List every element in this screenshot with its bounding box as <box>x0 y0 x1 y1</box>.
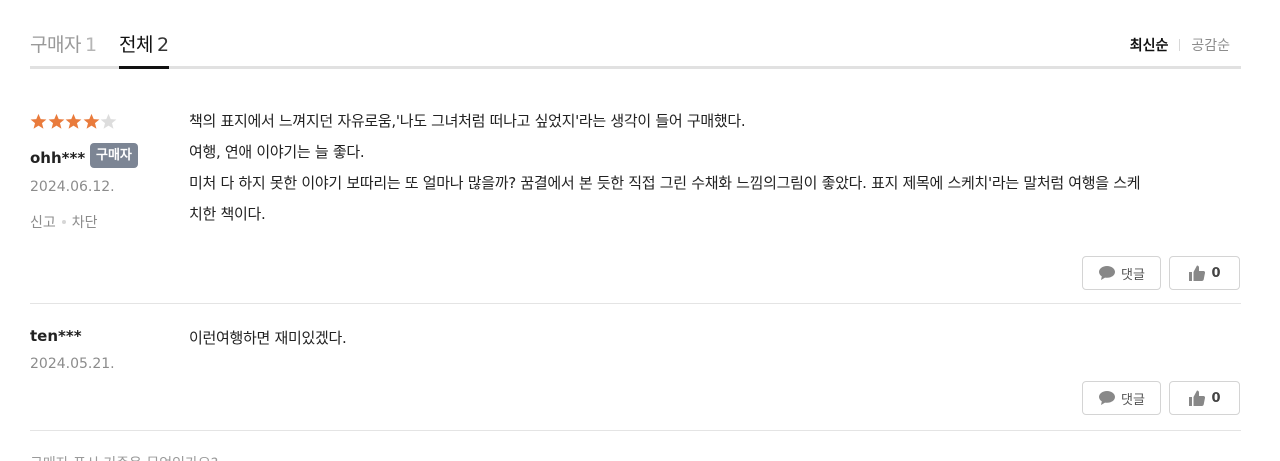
speech-bubble-icon <box>1099 391 1116 405</box>
review-item: ohh*** 구매자 2024.06.12. 신고 차단 책의 표지에서 느껴지… <box>30 69 1241 304</box>
buyer-badge: 구매자 <box>90 143 138 168</box>
sort-likes[interactable]: 공감순 <box>1191 35 1230 55</box>
review-line: 치한 책이다. <box>189 205 266 223</box>
thumbs-up-icon <box>1189 265 1206 281</box>
review-line: 미처 다 하지 못한 이야기 보따리는 또 얼마나 많을까? 꿈결에서 본 듯한… <box>189 174 1141 192</box>
star-icon <box>100 113 117 129</box>
star-icon <box>83 113 99 129</box>
sort-divider <box>1179 39 1181 51</box>
review-line: 여행, 연애 이야기는 늘 좋다. <box>189 143 365 161</box>
action-separator <box>61 220 66 224</box>
comment-label: 댓글 <box>1121 392 1145 408</box>
tab-buyer[interactable]: 구매자 1 <box>30 30 97 57</box>
like-count: 0 <box>1211 390 1221 406</box>
tab-all-label: 전체 <box>119 34 153 56</box>
review-line: 책의 표지에서 느껴지던 자유로움,'나도 그녀처럼 떠나고 싶었지'라는 생각… <box>189 112 746 130</box>
comment-label: 댓글 <box>1121 267 1145 283</box>
sort-latest[interactable]: 최신순 <box>1130 35 1169 55</box>
like-count: 0 <box>1211 265 1221 281</box>
review-tabs: 구매자 1 전체 2 최신순 공감순 <box>30 0 1241 69</box>
reviewer-name: ten*** <box>30 327 82 345</box>
buyer-criteria-link[interactable]: 구매자 표시 기준은 무엇인가요? <box>30 453 218 461</box>
review-content: 이런여행하면 재미있겠다. <box>189 323 1241 354</box>
review-line: 이런여행하면 재미있겠다. <box>189 329 347 347</box>
review-item: ten*** 2024.05.21. 이런여행하면 재미있겠다. 댓글 0 <box>30 304 1241 431</box>
review-date: 2024.06.12. <box>30 179 115 195</box>
reviewer-name: ohh*** <box>30 149 86 167</box>
star-icon <box>30 113 47 129</box>
review-actions: 신고 차단 <box>30 212 98 232</box>
report-link[interactable]: 신고 <box>30 212 56 232</box>
comment-button[interactable]: 댓글 <box>1082 256 1161 290</box>
star-rating <box>30 113 118 130</box>
review-content: 책의 표지에서 느껴지던 자유로움,'나도 그녀처럼 떠나고 싶었지'라는 생각… <box>189 106 1241 230</box>
tab-all-count: 2 <box>156 34 169 56</box>
speech-bubble-icon <box>1099 266 1116 280</box>
comment-button[interactable]: 댓글 <box>1082 381 1161 415</box>
tab-buyer-label: 구매자 <box>30 34 81 56</box>
like-button[interactable]: 0 <box>1169 256 1240 290</box>
star-icon <box>48 113 64 129</box>
like-button[interactable]: 0 <box>1169 381 1240 415</box>
block-link[interactable]: 차단 <box>72 212 98 232</box>
tab-buyer-count: 1 <box>84 34 97 56</box>
star-icon <box>65 113 82 129</box>
thumbs-up-icon <box>1189 390 1206 406</box>
tab-all[interactable]: 전체 2 <box>119 30 169 57</box>
sort-options: 최신순 공감순 <box>1130 35 1230 55</box>
review-date: 2024.05.21. <box>30 356 115 372</box>
